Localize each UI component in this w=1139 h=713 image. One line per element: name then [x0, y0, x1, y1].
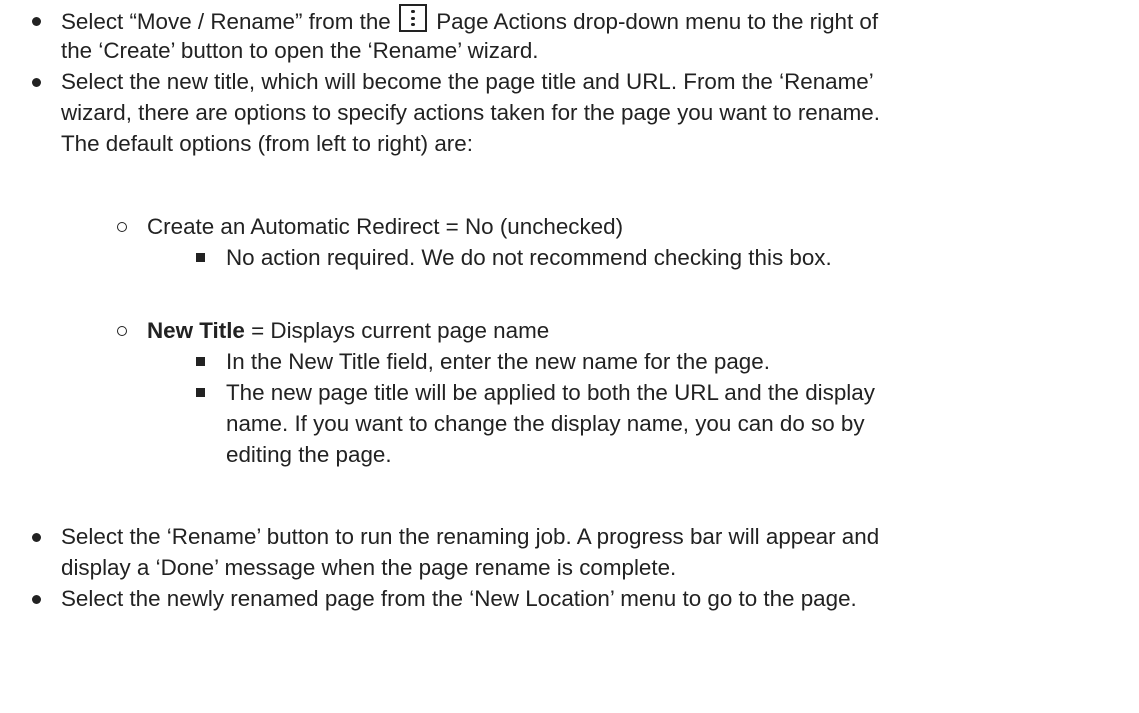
step-line: Select “Move / Rename” from the Page Act…	[61, 4, 878, 37]
bullet-dot	[32, 595, 41, 604]
option-text: New Title = Displays current page name	[147, 315, 549, 346]
bullet-dot	[32, 17, 41, 26]
detail-line: In the New Title field, enter the new na…	[226, 349, 770, 374]
option-label: New Title	[147, 318, 245, 343]
bullet-dot	[32, 78, 41, 87]
step-line: display a ‘Done’ message when the page r…	[61, 555, 677, 580]
bullet-circle	[117, 326, 127, 336]
step-line: The default options (from left to right)…	[61, 131, 473, 156]
step-line: the ‘Create’ button to open the ‘Rename’…	[61, 38, 539, 63]
bullet-square	[196, 357, 205, 366]
bullet-square	[196, 388, 205, 397]
step-text: Page Actions drop-down menu to the right…	[436, 9, 879, 34]
step-line: Select the newly renamed page from the ‘…	[61, 586, 857, 611]
kebab-menu-icon	[399, 4, 427, 32]
detail-line: No action required. We do not recommend …	[226, 245, 832, 270]
detail-line: The new page title will be applied to bo…	[226, 380, 875, 405]
step-line: Select the ‘Rename’ button to run the re…	[61, 524, 880, 549]
option-text: Create an Automatic Redirect = No (unche…	[147, 214, 624, 239]
detail-line: name. If you want to change the display …	[226, 411, 865, 436]
step-line: wizard, there are options to specify act…	[61, 100, 880, 125]
bullet-dot	[32, 533, 41, 542]
detail-line: editing the page.	[226, 442, 392, 467]
bullet-circle	[117, 222, 127, 232]
bullet-square	[196, 253, 205, 262]
step-text: Select “Move / Rename” from the	[61, 9, 391, 34]
step-line: Select the new title, which will become …	[61, 69, 874, 94]
option-description: = Displays current page name	[244, 318, 550, 343]
